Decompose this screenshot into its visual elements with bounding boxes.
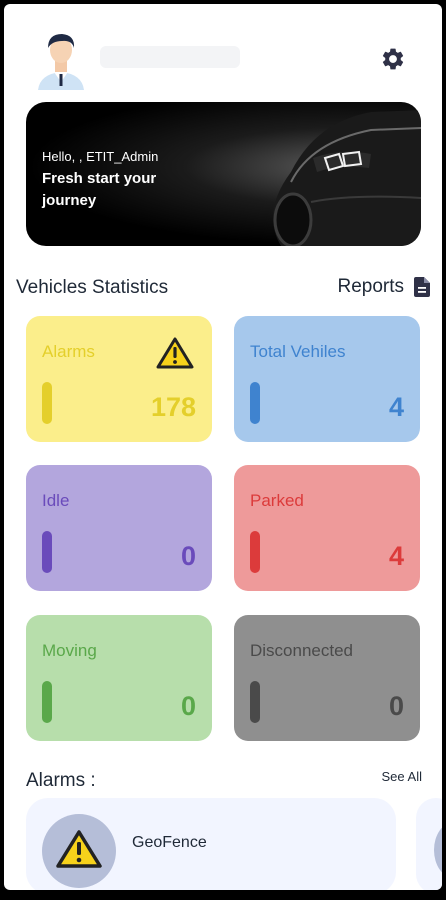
stat-card-idle[interactable]: Idle 0 (26, 465, 212, 591)
alarm-item[interactable]: GeoFence (26, 798, 396, 890)
stat-card-label: Idle (42, 491, 70, 510)
stat-card-label: Alarms (42, 342, 95, 361)
stat-card-label: Moving (42, 641, 97, 660)
vehicles-statistics-title: Vehicles Statistics (16, 277, 169, 298)
warning-icon (156, 337, 194, 369)
stat-card-count: 0 (388, 691, 404, 721)
car-image (273, 110, 421, 246)
stat-card-count: 0 (180, 541, 196, 571)
stat-card-bar (250, 382, 260, 424)
stat-card-count: 0 (180, 691, 196, 721)
user-avatar-icon[interactable] (34, 30, 88, 90)
stat-card-moving[interactable]: Moving 0 (26, 615, 212, 741)
stat-card-alarms[interactable]: Alarms 178 (26, 316, 212, 442)
stat-card-label: Disconnected (250, 641, 354, 660)
stat-card-label: Total Vehiles (250, 342, 346, 361)
stat-card-count: 4 (388, 392, 404, 422)
alarm-item-name: GeoFence (132, 834, 207, 851)
stat-card-bar (250, 681, 260, 723)
alarm-item-next[interactable] (416, 798, 442, 890)
reports-link[interactable]: Reports (337, 276, 430, 298)
stat-card-bar (250, 531, 260, 573)
stat-card-bar (42, 681, 52, 723)
welcome-banner: Hello, , ETIT_Admin Fresh start your jou… (26, 102, 421, 246)
stat-card-total-vehicles[interactable]: Total Vehiles 4 (234, 316, 420, 442)
stat-card-label: Parked (250, 491, 304, 510)
stat-card-disconnected[interactable]: Disconnected 0 (234, 615, 420, 741)
reports-label: Reports (337, 276, 404, 297)
alarm-icon-circle (434, 822, 442, 878)
alarms-section-title: Alarms : (26, 770, 96, 791)
banner-tagline: Fresh start your journey (42, 170, 157, 209)
greeting-text: Hello, , ETIT_Admin (42, 149, 159, 164)
username-placeholder (100, 46, 240, 68)
stat-card-count: 178 (150, 392, 196, 422)
see-all-link[interactable]: See All (382, 769, 422, 784)
stat-card-count: 4 (388, 541, 404, 571)
stat-card-bar (42, 382, 52, 424)
gear-icon[interactable] (380, 46, 406, 72)
alarm-icon-circle (42, 814, 116, 888)
stat-card-parked[interactable]: Parked 4 (234, 465, 420, 591)
stat-card-bar (42, 531, 52, 573)
app-screen: Hello, , ETIT_Admin Fresh start your jou… (4, 4, 442, 890)
document-icon (414, 277, 430, 297)
warning-icon (56, 830, 102, 868)
